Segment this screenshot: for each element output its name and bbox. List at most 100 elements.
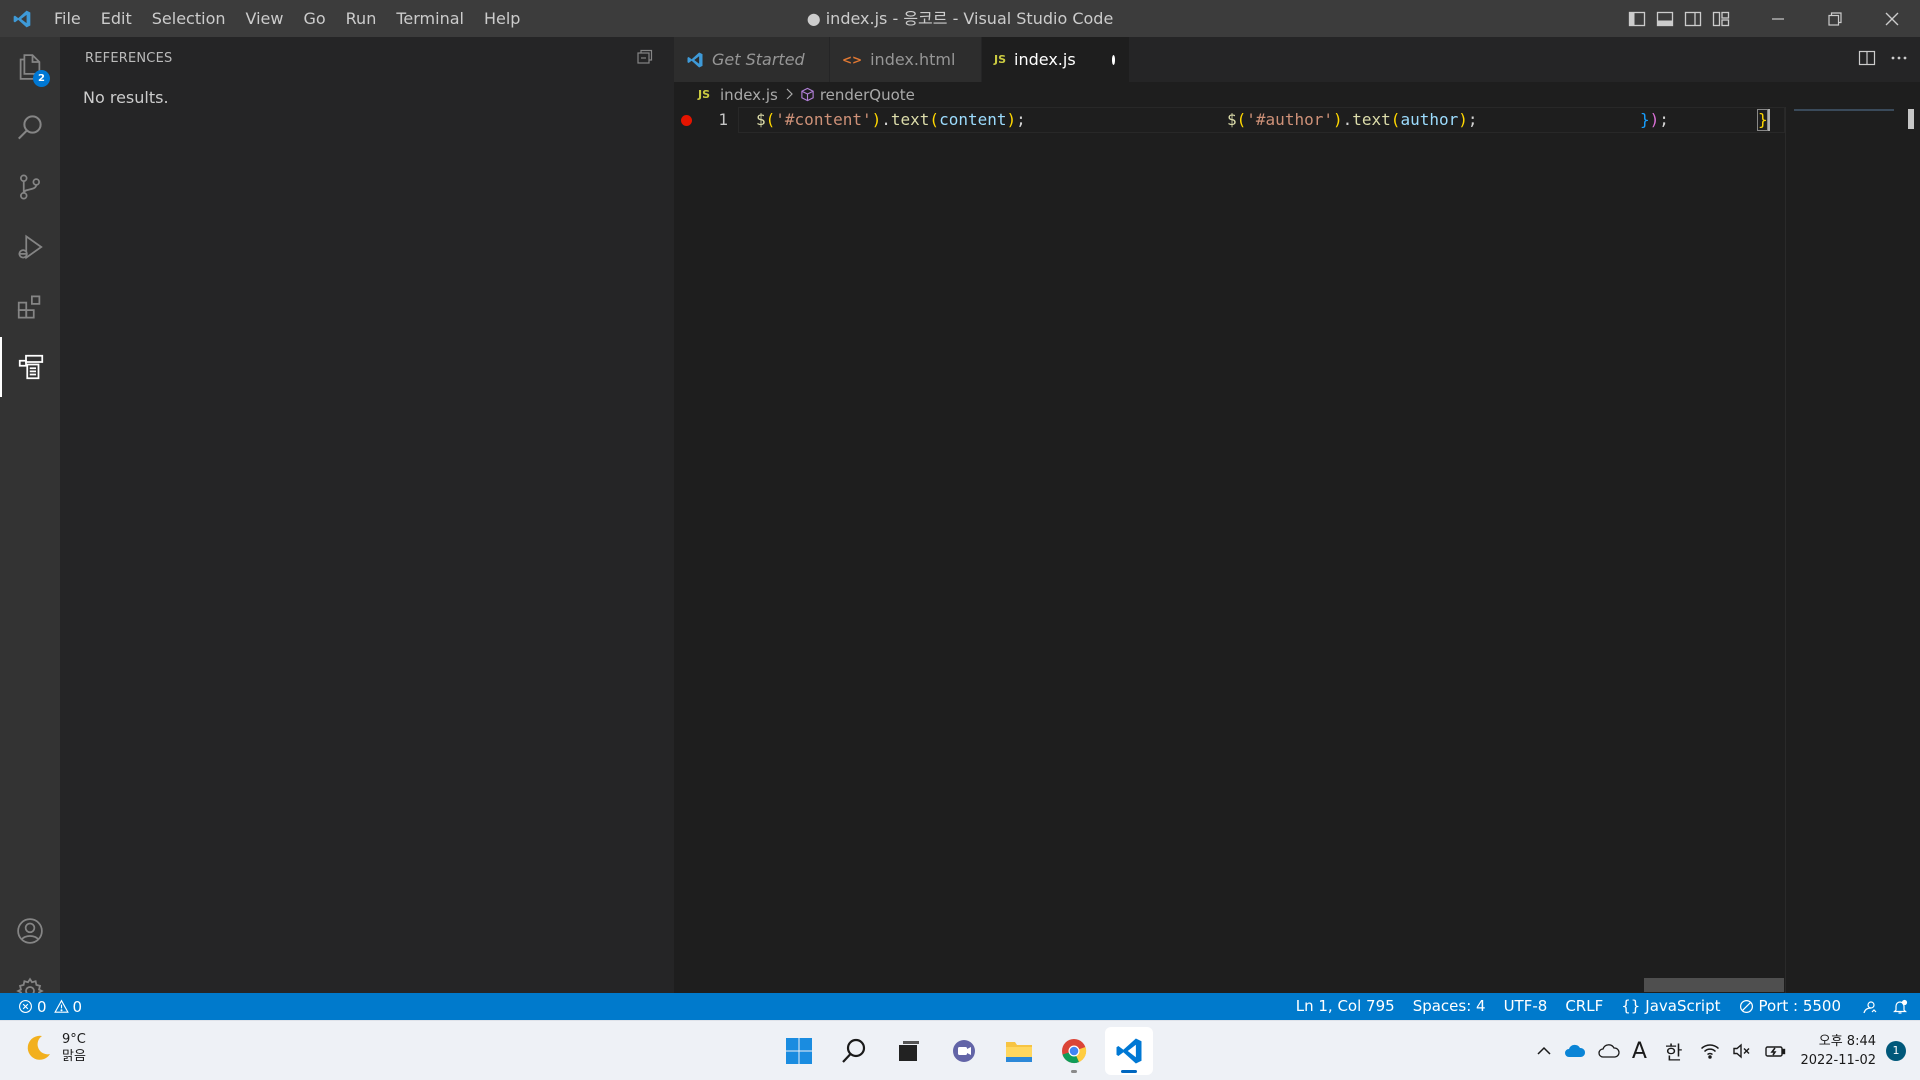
taskbar-search-icon[interactable] <box>830 1027 878 1075</box>
tab-index-js[interactable]: JS index.js <box>982 37 1130 82</box>
braces-icon: {} <box>1621 997 1641 1015</box>
accounts-icon[interactable] <box>0 901 60 961</box>
code-segment: $('#content').text(content); <box>756 110 1026 129</box>
chrome-icon[interactable] <box>1050 1027 1098 1075</box>
menu-terminal[interactable]: Terminal <box>386 0 474 37</box>
menu-selection[interactable]: Selection <box>142 0 236 37</box>
title-controls <box>1623 0 1920 37</box>
restore-button[interactable] <box>1806 0 1863 37</box>
status-bar: 0 0 Ln 1, Col 795 Spaces: 4 UTF-8 CRLF {… <box>0 993 1920 1020</box>
breadcrumb: JS index.js renderQuote <box>674 82 1920 107</box>
js-icon: JS <box>994 53 1007 66</box>
vscode-icon <box>686 51 704 69</box>
battery-charging-icon[interactable] <box>1758 1021 1792 1080</box>
feedback-icon[interactable] <box>1850 993 1890 1020</box>
language-mode[interactable]: {} JavaScript <box>1612 993 1729 1020</box>
code-editor[interactable]: 1 $('#content').text(content); $('#autho… <box>674 107 1785 993</box>
symbol-method-icon <box>800 87 815 102</box>
editor-tab-bar: Get Started <> index.html JS index.js <box>674 37 1920 82</box>
windows-taskbar: 9°C 맑음 A 한 오후 8:44 2022-11-02 1 <box>0 1020 1920 1080</box>
html-icon: <> <box>842 52 863 67</box>
tab-index-html[interactable]: <> index.html <box>830 37 982 82</box>
wifi-icon[interactable] <box>1694 1021 1726 1080</box>
menu-edit[interactable]: Edit <box>91 0 142 37</box>
taskbar-apps <box>775 1027 1153 1075</box>
breadcrumb-symbol[interactable]: renderQuote <box>820 86 915 104</box>
toggle-secondary-sidebar-icon[interactable] <box>1679 0 1707 37</box>
toggle-primary-sidebar-icon[interactable] <box>1623 0 1651 37</box>
more-actions-icon[interactable] <box>1890 49 1908 71</box>
minimize-button[interactable] <box>1749 0 1806 37</box>
horizontal-scrollbar-thumb[interactable] <box>1644 978 1784 992</box>
windows-start-icon[interactable] <box>775 1027 823 1075</box>
matched-bracket: } <box>1757 109 1768 131</box>
ime-mode[interactable]: 한 <box>1653 1021 1694 1080</box>
warning-icon <box>53 999 69 1013</box>
ime-language[interactable]: A <box>1626 1021 1653 1080</box>
chevron-right-icon <box>784 86 794 104</box>
breadcrumb-file[interactable]: index.js <box>720 86 778 104</box>
minimap[interactable] <box>1785 107 1905 993</box>
problems-status[interactable]: 0 0 <box>0 993 82 1020</box>
notification-count-badge[interactable]: 1 <box>1886 1041 1906 1061</box>
chevron-up-icon[interactable] <box>1530 1021 1558 1080</box>
time: 오후 8:44 <box>1818 1034 1876 1049</box>
menu-run[interactable]: Run <box>336 0 387 37</box>
code-segment: $('#author').text(author); <box>1227 110 1478 129</box>
date: 2022-11-02 <box>1800 1053 1876 1068</box>
sidebar-title: REFERENCES <box>85 51 173 66</box>
clock[interactable]: 오후 8:44 2022-11-02 <box>1792 1032 1882 1070</box>
collapse-all-icon[interactable] <box>636 48 656 68</box>
menu-help[interactable]: Help <box>474 0 530 37</box>
menu-file[interactable]: File <box>44 0 91 37</box>
tab-get-started[interactable]: Get Started <box>674 37 830 82</box>
weather-widget[interactable]: 9°C 맑음 <box>22 1031 86 1065</box>
live-server-port[interactable]: Port : 5500 <box>1730 993 1851 1020</box>
search-icon[interactable] <box>0 97 60 157</box>
indentation[interactable]: Spaces: 4 <box>1404 993 1495 1020</box>
onedrive-icon[interactable] <box>1558 1021 1592 1080</box>
text-cursor <box>1768 109 1770 131</box>
volume-muted-icon[interactable] <box>1726 1021 1758 1080</box>
editor-actions <box>1858 37 1908 82</box>
cursor-position[interactable]: Ln 1, Col 795 <box>1287 993 1404 1020</box>
js-icon: JS <box>698 88 711 101</box>
minimap-line <box>1794 109 1894 111</box>
unsaved-dot-icon[interactable] <box>1111 54 1115 65</box>
references-view-icon[interactable] <box>0 337 60 397</box>
teams-chat-icon[interactable] <box>940 1027 988 1075</box>
no-entry-icon <box>1739 999 1753 1014</box>
moon-icon <box>27 1035 50 1060</box>
code-line-1[interactable]: 1 $('#content').text(content); $('#autho… <box>674 107 1785 133</box>
notifications-bell-icon[interactable] <box>1890 993 1920 1020</box>
extensions-icon[interactable] <box>0 277 60 337</box>
file-explorer-icon[interactable] <box>995 1027 1043 1075</box>
vertical-scrollbar[interactable] <box>1906 107 1920 993</box>
tab-label: Get Started <box>712 50 805 69</box>
explorer-icon[interactable]: 2 <box>0 37 60 97</box>
explorer-badge: 2 <box>33 70 50 87</box>
tab-label: index.html <box>870 50 956 69</box>
split-editor-icon[interactable] <box>1858 49 1876 71</box>
encoding[interactable]: UTF-8 <box>1495 993 1557 1020</box>
language-label: JavaScript <box>1645 997 1721 1015</box>
close-button[interactable] <box>1863 0 1920 37</box>
task-view-icon[interactable] <box>885 1027 933 1075</box>
source-control-icon[interactable] <box>0 157 60 217</box>
customize-layout-icon[interactable] <box>1707 0 1735 37</box>
menu-go[interactable]: Go <box>293 0 335 37</box>
onedrive-personal-icon[interactable] <box>1592 1021 1626 1080</box>
error-icon <box>19 1000 32 1013</box>
error-count: 0 <box>37 997 47 1016</box>
tab-label: index.js <box>1014 50 1076 69</box>
activity-bar: 2 <box>0 37 60 1005</box>
menu-view[interactable]: View <box>236 0 294 37</box>
run-debug-icon[interactable] <box>0 217 60 277</box>
line-ending[interactable]: CRLF <box>1556 993 1612 1020</box>
toggle-panel-icon[interactable] <box>1651 0 1679 37</box>
status-right: Ln 1, Col 795 Spaces: 4 UTF-8 CRLF {} Ja… <box>1287 993 1920 1020</box>
breakpoint-icon[interactable] <box>681 115 692 126</box>
vscode-taskbar-icon[interactable] <box>1105 1027 1153 1075</box>
title-bar: File Edit Selection View Go Run Terminal… <box>0 0 1920 37</box>
scrollbar-thumb[interactable] <box>1908 109 1914 129</box>
